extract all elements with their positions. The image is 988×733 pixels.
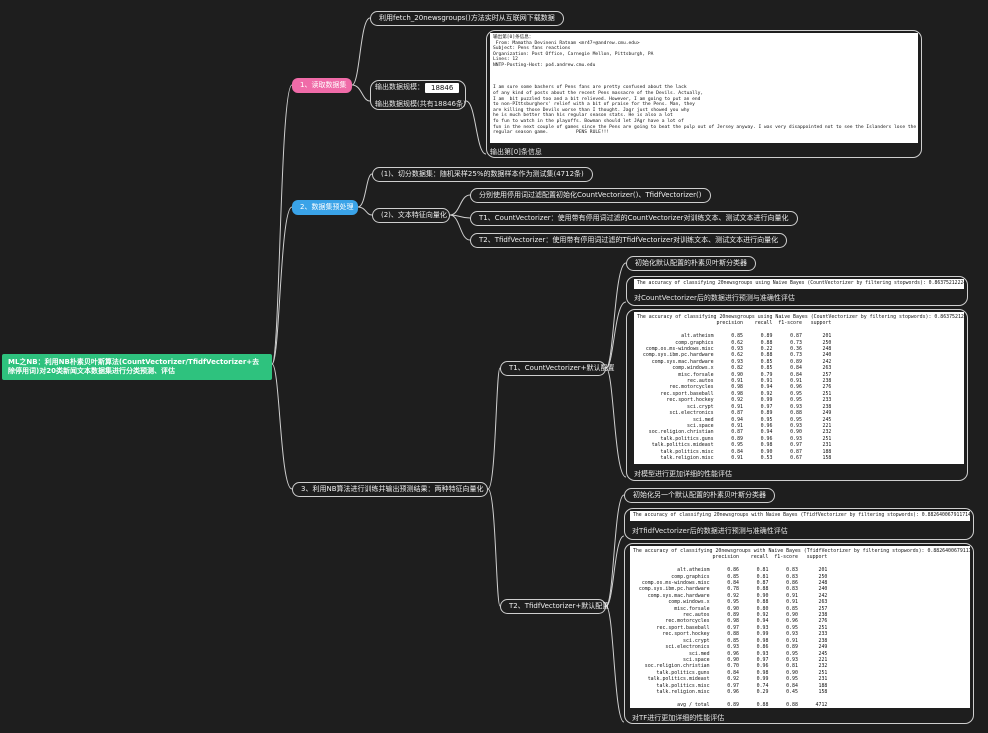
tfidf-nb-node[interactable]: T2、TfidfVectorizer+默认配置 bbox=[500, 599, 609, 614]
count-report-caption: 对模型进行更加详细的性能评估 bbox=[634, 470, 732, 478]
count-accuracy-line: The accuracy of classifying 20newsgroups… bbox=[634, 279, 964, 289]
fetch-node[interactable]: 利用fetch_20newsgroups()方法实时从互联网下载数据 bbox=[370, 11, 564, 26]
tfidf-report: The accuracy of classifying 20newsgroups… bbox=[630, 546, 970, 708]
tfidf-accuracy-caption: 对TfidfVectorizer后的数据进行预测与准确性评估 bbox=[632, 527, 788, 535]
branch-preprocess[interactable]: 2、数据集预处理 bbox=[292, 200, 358, 215]
size-value: 18846 bbox=[425, 83, 460, 93]
tfidf-init-classifier-node[interactable]: 初始化另一个默认配置的朴素贝叶斯分类器 bbox=[624, 488, 775, 503]
branch-train-predict[interactable]: 3、利用NB算法进行训练并输出预测结果：两种特征向量化 bbox=[292, 482, 488, 497]
count-report: The accuracy of classifying 20newsgroups… bbox=[634, 312, 964, 464]
size-label: 输出数据规模： bbox=[375, 83, 424, 91]
size-caption: 输出数据规模(共有18846条) bbox=[375, 100, 466, 108]
branch-read-dataset[interactable]: 1、读取数据集 bbox=[292, 78, 352, 93]
count-accuracy-caption: 对CountVectorizer后的数据进行预测与准确性评估 bbox=[634, 294, 795, 302]
root-node[interactable]: ML之NB：利用NB朴素贝叶斯算法(CountVectorizer/TfidfV… bbox=[2, 354, 272, 380]
first-record-caption: 输出第[0]条信息 bbox=[490, 148, 542, 156]
count-nb-node[interactable]: T1、CountVectorizer+默认配置 bbox=[500, 361, 615, 376]
init-vectorizers-node[interactable]: 分别使用停用词过滤配置初始化CountVectorizer()、TfidfVec… bbox=[470, 188, 711, 203]
count-vectorize-node[interactable]: T1、CountVectorizer：使用带有停用词过滤的CountVector… bbox=[470, 211, 798, 226]
tfidf-vectorize-node[interactable]: T2、TfidfVectorizer：使用带有停用词过滤的TfidfVector… bbox=[470, 233, 788, 248]
first-record-text: 输出第[0]条信息： From: Mamatha Devineni Ratnam… bbox=[490, 33, 918, 143]
text-vectorize-node[interactable]: (2)、文本特征向量化 bbox=[372, 208, 450, 223]
tfidf-report-caption: 对TF进行更加详细的性能评估 bbox=[632, 714, 725, 722]
split-node[interactable]: (1)、切分数据集：随机采样25%的数据样本作为测试集(4712条) bbox=[372, 167, 593, 182]
tfidf-accuracy-line: The accuracy of classifying 20newsgroups… bbox=[630, 511, 970, 521]
count-init-classifier-node[interactable]: 初始化默认配置的朴素贝叶斯分类器 bbox=[626, 256, 756, 271]
